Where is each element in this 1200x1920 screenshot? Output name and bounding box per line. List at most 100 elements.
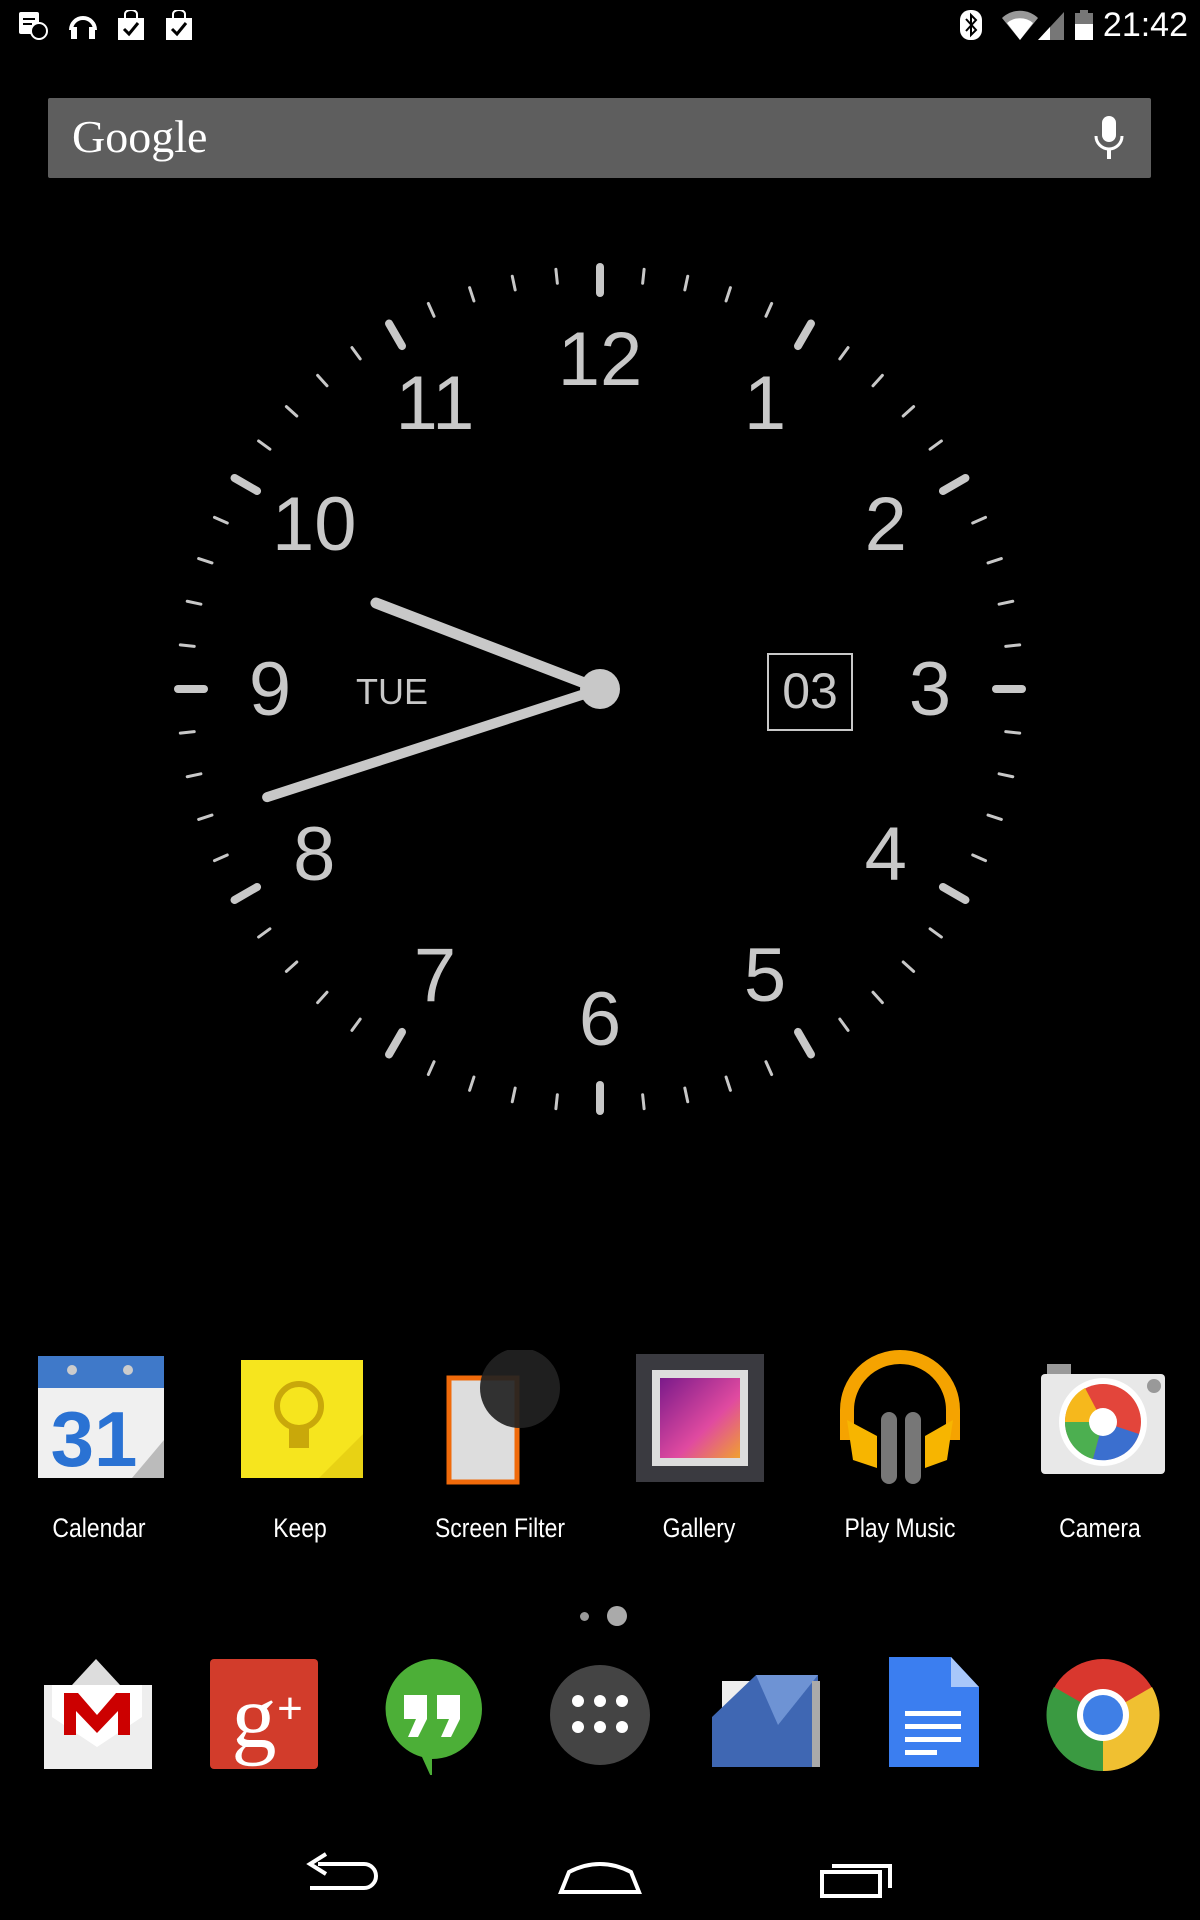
wifi-icon — [1002, 10, 1038, 40]
chrome-icon[interactable] — [1043, 1655, 1163, 1775]
app-camera[interactable]: Camera — [1005, 1350, 1195, 1544]
play-books-icon[interactable] — [708, 1655, 828, 1775]
minute-tick — [554, 267, 559, 285]
play-music-icon — [833, 1350, 968, 1485]
google-plus-icon[interactable]: g + — [204, 1655, 324, 1775]
camera-icon — [1033, 1350, 1168, 1485]
home-icon[interactable] — [555, 1850, 645, 1900]
minute-tick — [554, 1093, 559, 1111]
hour-tick — [385, 319, 406, 351]
minute-tick — [197, 813, 214, 821]
minute-tick — [316, 990, 329, 1005]
bluetooth-icon — [960, 10, 982, 40]
mic-icon[interactable] — [1089, 114, 1129, 162]
minute-tick — [997, 599, 1015, 606]
minute-tick — [257, 927, 272, 939]
hour-tick — [794, 1027, 815, 1059]
minute-tick — [257, 439, 272, 451]
minute-tick — [997, 772, 1015, 779]
app-play-music[interactable]: Play Music — [805, 1350, 995, 1544]
minute-tick — [764, 301, 774, 318]
clock-number: 8 — [293, 812, 335, 897]
page-dot-current[interactable] — [607, 1606, 627, 1626]
minute-tick — [901, 405, 916, 418]
status-bar[interactable]: 21:42 — [0, 0, 1200, 52]
clock-date: 03 — [782, 663, 838, 719]
clock-number: 3 — [909, 647, 951, 732]
minute-tick — [724, 286, 732, 303]
minute-tick — [986, 813, 1003, 821]
page-dot[interactable] — [580, 1612, 589, 1621]
clock-number: 5 — [744, 933, 786, 1018]
hour-tick — [385, 1027, 406, 1059]
minute-tick — [928, 927, 943, 939]
clock-number: 2 — [865, 482, 907, 567]
svg-text:g: g — [232, 1668, 277, 1767]
clock-number: 10 — [272, 482, 357, 567]
status-time: 21:42 — [1102, 6, 1188, 44]
app-keep[interactable]: Keep — [205, 1350, 395, 1544]
analog-clock-widget[interactable]: 121234567891011TUE 03 — [0, 230, 1200, 1150]
docs-icon[interactable] — [873, 1655, 993, 1775]
battery-icon — [1075, 10, 1093, 40]
clock-number: 12 — [558, 317, 643, 402]
minute-tick — [683, 274, 690, 292]
hangouts-icon[interactable] — [372, 1655, 492, 1775]
minute-tick — [350, 1017, 362, 1032]
back-icon[interactable] — [298, 1850, 388, 1900]
minute-tick — [197, 557, 214, 565]
minute-tick — [641, 1093, 646, 1111]
app-screen-filter[interactable]: Screen Filter — [405, 1348, 595, 1544]
calendar-number: 31 — [50, 1395, 137, 1483]
minute-tick — [1004, 643, 1022, 648]
app-label: Keep — [273, 1513, 327, 1543]
clock-number: 1 — [744, 361, 786, 446]
gallery-icon — [632, 1350, 767, 1485]
minute-tick — [683, 1086, 690, 1104]
clock-center — [580, 669, 620, 709]
minute-tick — [971, 515, 988, 525]
minute-tick — [901, 960, 916, 973]
cell-signal-icon — [1038, 12, 1064, 40]
minute-tick — [510, 1086, 517, 1104]
minute-tick — [468, 286, 476, 303]
app-label: Screen Filter — [434, 1513, 566, 1543]
minute-tick — [510, 274, 517, 292]
keep-icon — [233, 1350, 368, 1485]
minute-tick — [212, 515, 229, 525]
minute-tick — [971, 853, 988, 863]
minute-tick — [426, 301, 436, 318]
minute-tick — [928, 439, 943, 451]
app-calendar[interactable]: 31 Calendar — [4, 1350, 194, 1544]
minute-tick — [212, 853, 229, 863]
minute-tick — [178, 730, 196, 735]
app-gallery[interactable]: Gallery — [604, 1350, 794, 1544]
minute-tick — [871, 990, 884, 1005]
app-label: Calendar — [52, 1513, 146, 1543]
app-drawer-icon[interactable] — [540, 1655, 660, 1775]
minute-tick — [764, 1060, 774, 1077]
google-logo: Google — [72, 111, 208, 162]
recents-icon[interactable] — [812, 1850, 902, 1900]
minute-tick — [284, 405, 299, 418]
app-label: Camera — [1059, 1513, 1141, 1543]
hour-tick — [938, 883, 970, 904]
minute-tick — [838, 1017, 850, 1032]
app-label: Play Music — [844, 1513, 956, 1543]
headphones-icon — [69, 16, 97, 39]
minute-tick — [871, 373, 884, 388]
minute-tick — [350, 346, 362, 361]
calendar-icon: 31 — [32, 1350, 167, 1485]
minute-tick — [724, 1075, 732, 1092]
minute-tick — [284, 960, 299, 973]
gmail-icon[interactable] — [38, 1655, 158, 1775]
hour-tick — [230, 883, 262, 904]
minute-hand — [262, 684, 605, 803]
minute-tick — [838, 346, 850, 361]
minute-tick — [185, 599, 203, 606]
clock-number: 4 — [865, 812, 907, 897]
app-label: Gallery — [662, 1513, 736, 1543]
google-search-bar[interactable]: Google — [48, 98, 1151, 178]
clock-day: TUE — [356, 671, 428, 712]
shopping-bag-check-icon — [118, 10, 144, 40]
